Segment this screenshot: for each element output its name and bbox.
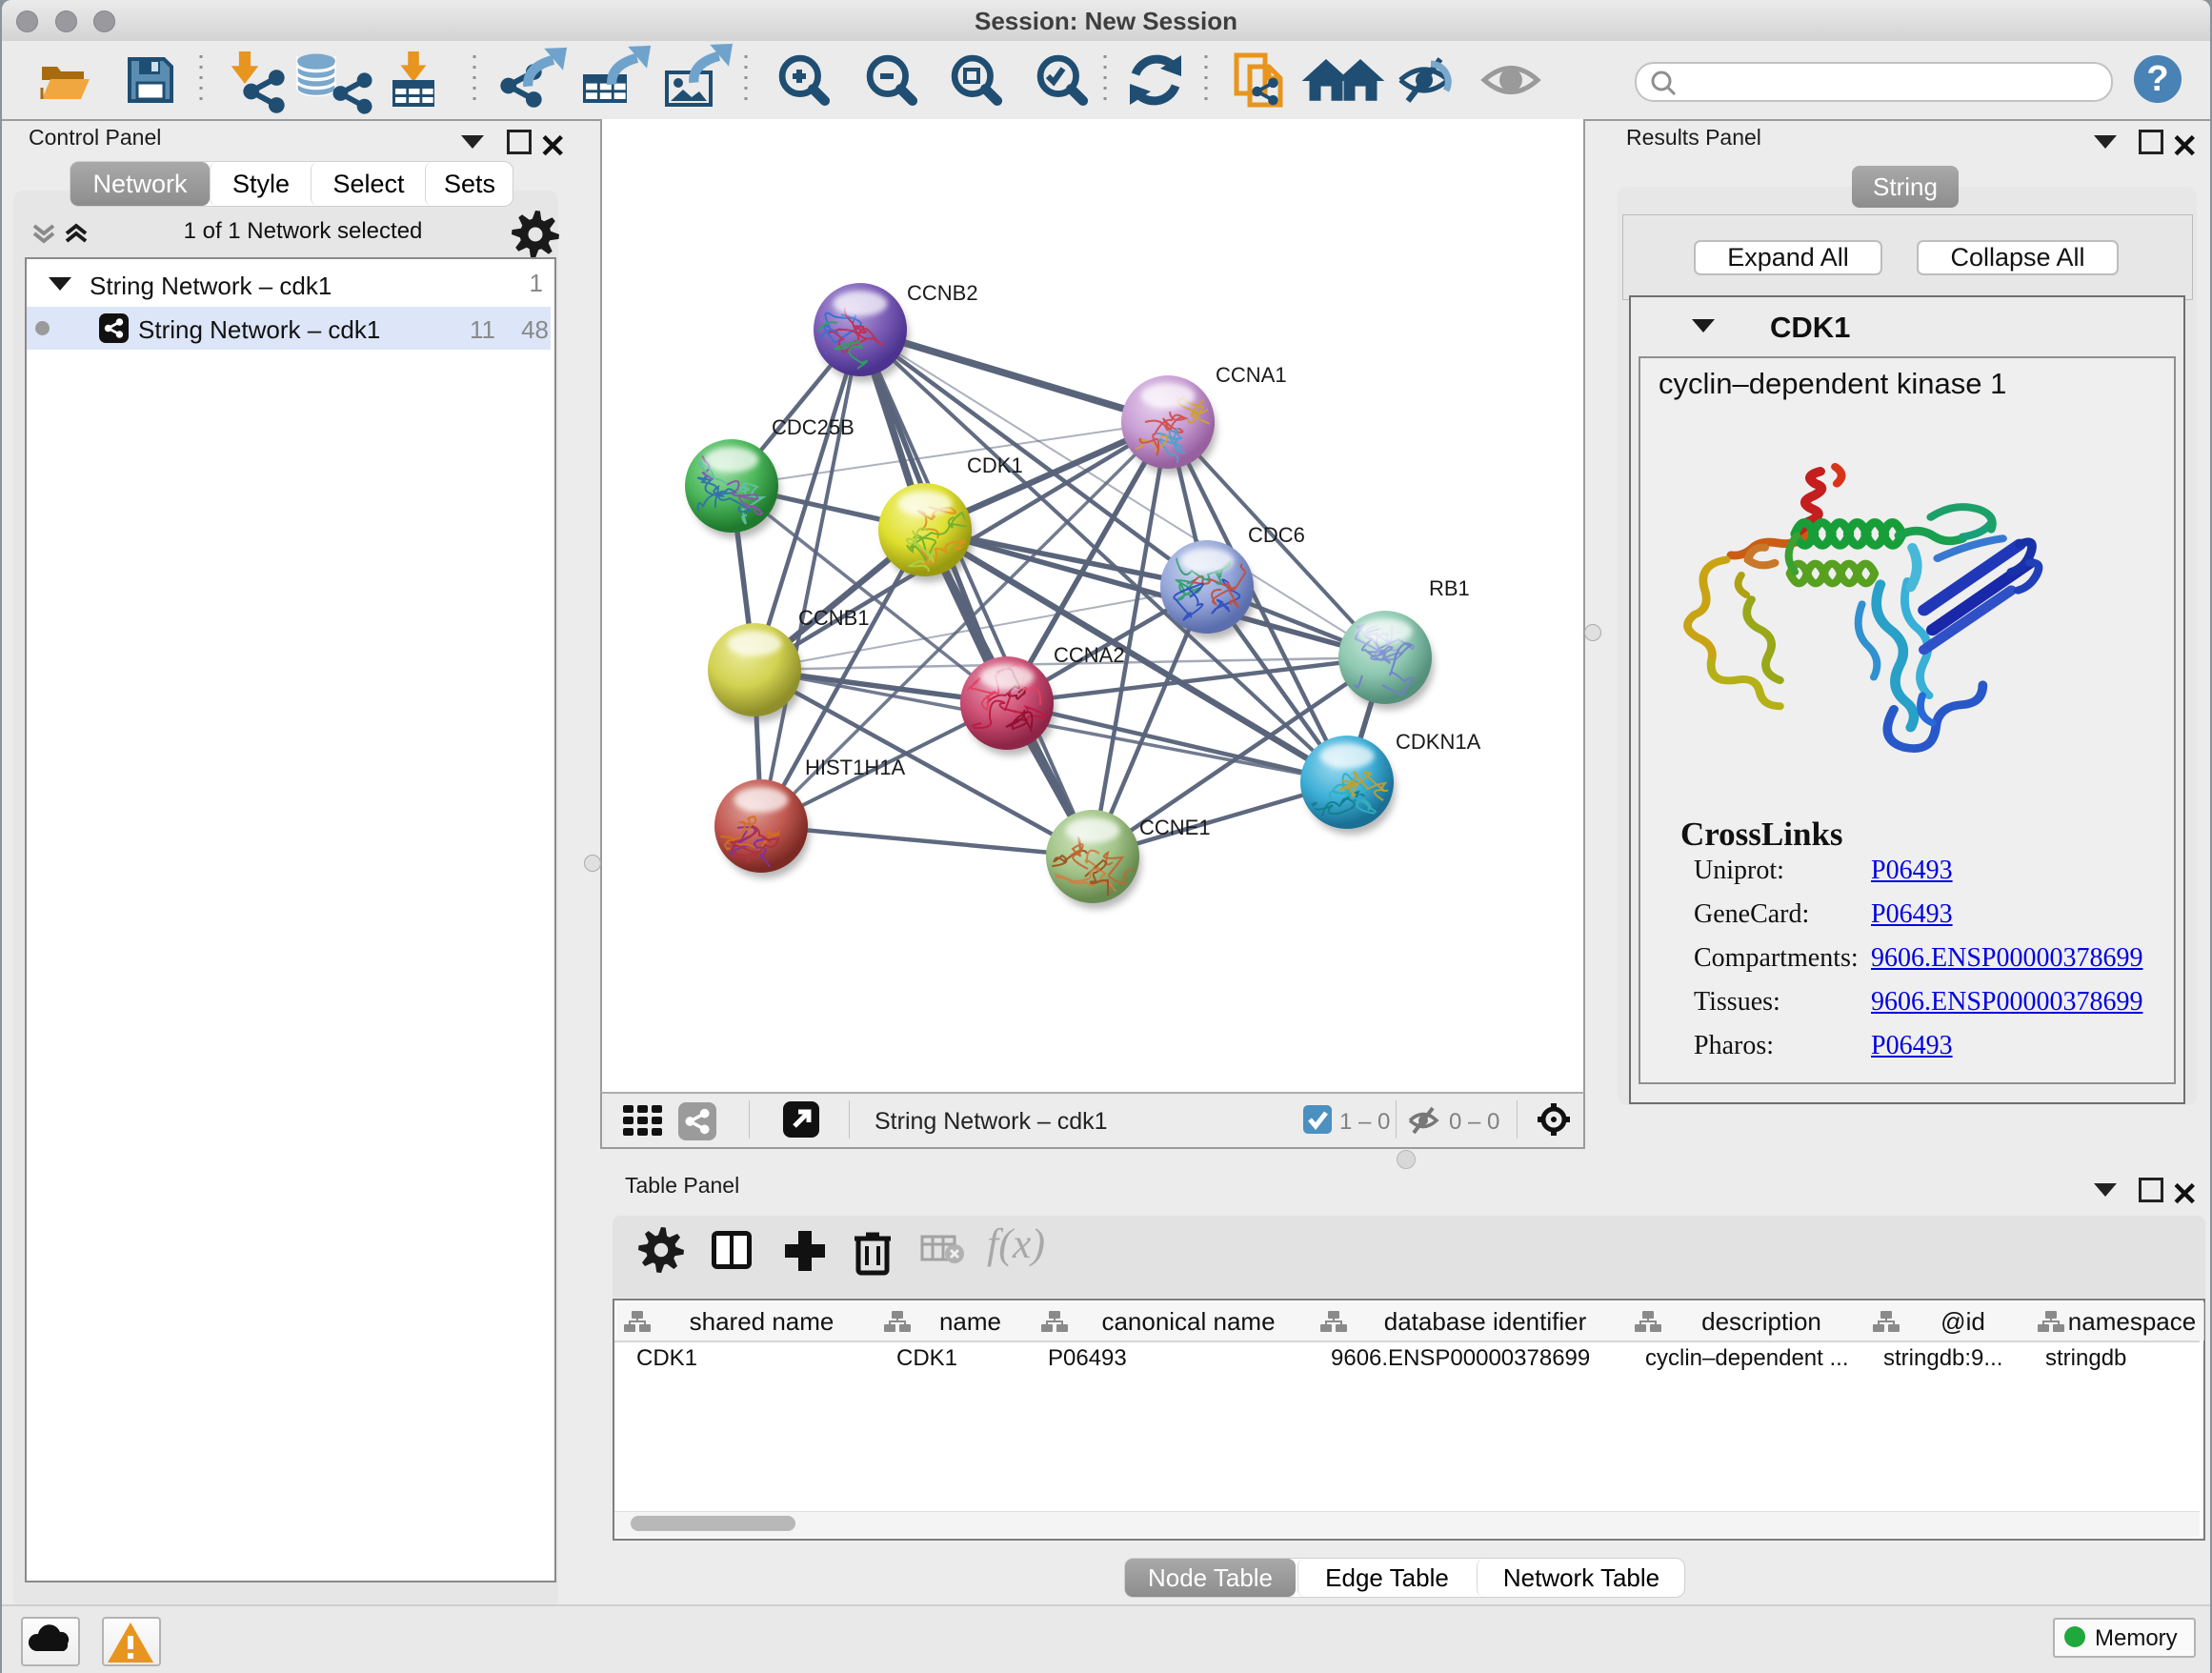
svg-text:CCNA2: CCNA2 [1054, 643, 1125, 667]
svg-text:CCNB1: CCNB1 [798, 606, 870, 630]
svg-text:CDKN1A: CDKN1A [1396, 730, 1481, 754]
svg-text:RB1: RB1 [1429, 576, 1470, 600]
svg-text:HIST1H1A: HIST1H1A [805, 756, 905, 779]
svg-text:CCNE1: CCNE1 [1139, 816, 1211, 839]
svg-text:CDC6: CDC6 [1248, 523, 1305, 547]
svg-text:CCNA1: CCNA1 [1216, 363, 1287, 387]
svg-text:CDK1: CDK1 [967, 454, 1023, 477]
svg-text:CDC25B: CDC25B [772, 415, 855, 439]
svg-text:CCNB2: CCNB2 [907, 281, 978, 305]
